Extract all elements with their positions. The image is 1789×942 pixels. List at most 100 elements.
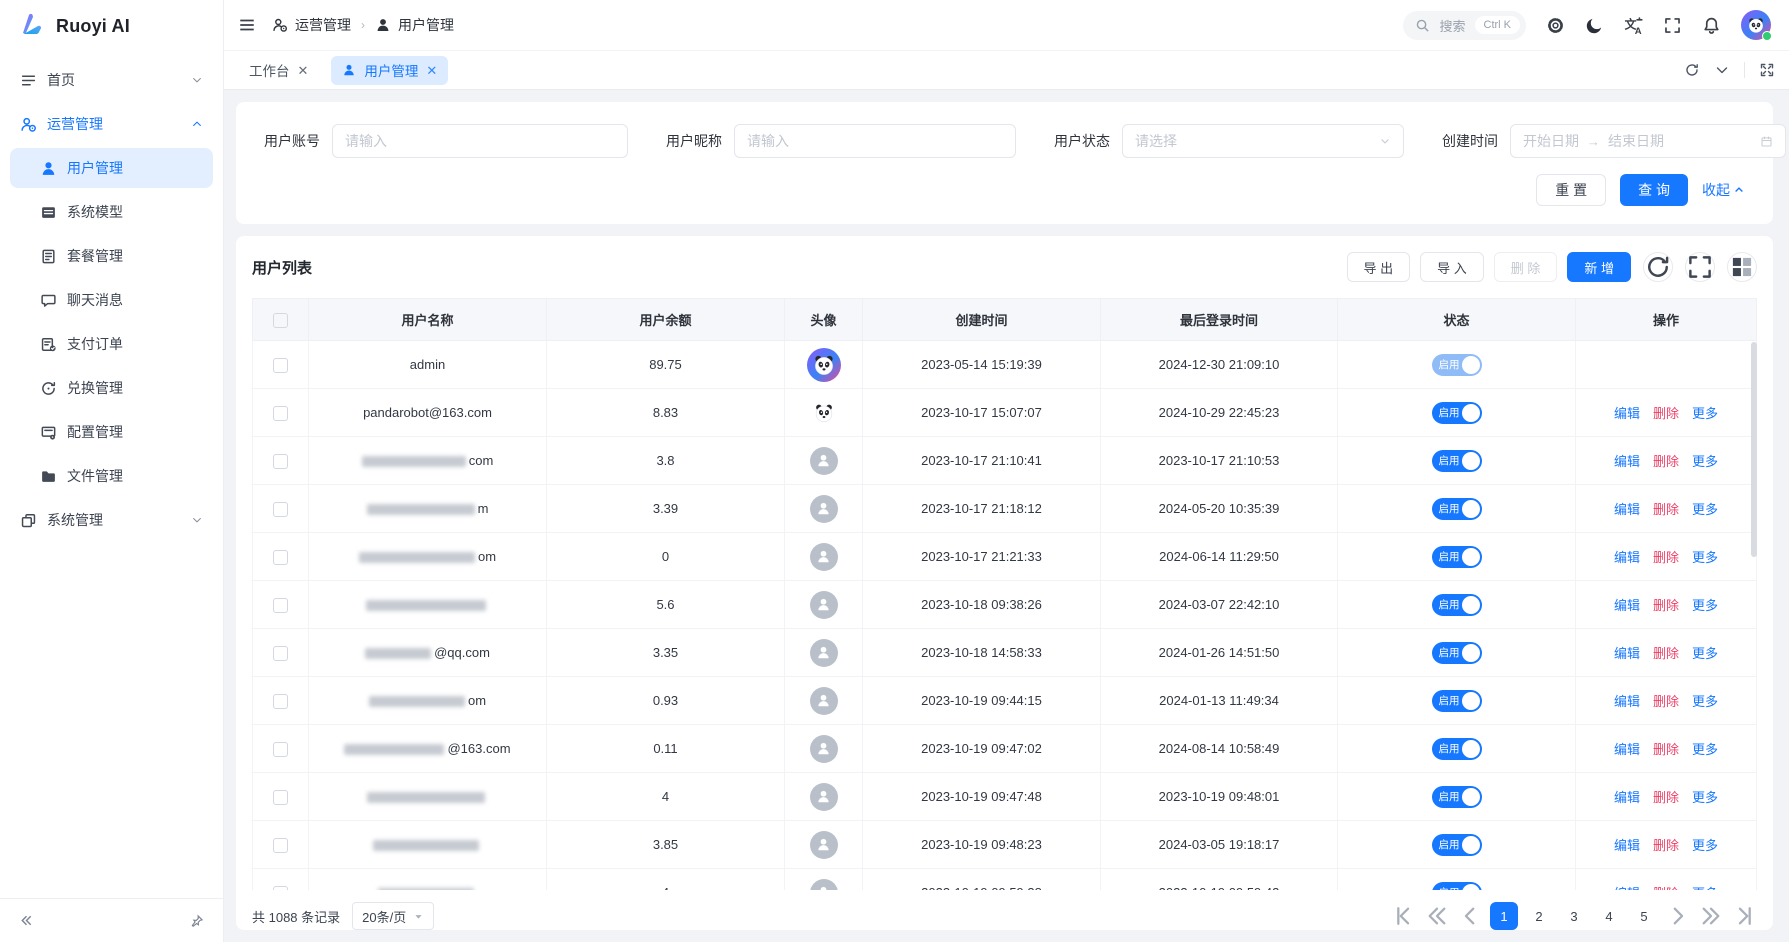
status-toggle[interactable]: 启用: [1432, 786, 1482, 808]
sidebar-item-系统管理[interactable]: 系统管理: [10, 500, 213, 540]
more-link[interactable]: 更多: [1692, 739, 1718, 758]
status-toggle[interactable]: 启用: [1432, 738, 1482, 760]
more-link[interactable]: 更多: [1692, 787, 1718, 806]
more-link[interactable]: 更多: [1692, 547, 1718, 566]
tab-用户管理[interactable]: 用户管理 ✕: [331, 56, 448, 85]
edit-link[interactable]: 编辑: [1614, 883, 1640, 890]
bell-icon[interactable]: [1702, 16, 1721, 35]
delete-link[interactable]: 删除: [1653, 595, 1679, 614]
refresh-icon[interactable]: [1643, 252, 1673, 282]
sidebar-item-首页[interactable]: 首页: [10, 60, 213, 100]
row-checkbox[interactable]: [273, 550, 288, 565]
account-input[interactable]: 请输入: [332, 124, 628, 158]
delete-link[interactable]: 删除: [1653, 787, 1679, 806]
delete-link[interactable]: 删除: [1653, 643, 1679, 662]
status-toggle[interactable]: 启用: [1432, 642, 1482, 664]
delete-link[interactable]: 删除: [1653, 691, 1679, 710]
last-page-icon[interactable]: [1731, 903, 1757, 929]
delete-link[interactable]: 删除: [1653, 451, 1679, 470]
delete-link[interactable]: 删除: [1653, 835, 1679, 854]
status-toggle[interactable]: 启用: [1432, 498, 1482, 520]
breadcrumb-item-用户管理[interactable]: 用户管理: [375, 15, 454, 35]
edit-link[interactable]: 编辑: [1614, 835, 1640, 854]
status-toggle[interactable]: 启用: [1432, 354, 1482, 376]
page-number-3[interactable]: 3: [1560, 902, 1588, 930]
search-input[interactable]: 搜索 Ctrl K: [1403, 11, 1526, 40]
add-button[interactable]: 新 增: [1567, 252, 1631, 282]
status-toggle[interactable]: 启用: [1432, 402, 1482, 424]
row-checkbox[interactable]: [273, 406, 288, 421]
nickname-input[interactable]: 请输入: [734, 124, 1016, 158]
delete-link[interactable]: 删除: [1653, 883, 1679, 890]
date-range-input[interactable]: 开始日期 → 结束日期: [1510, 124, 1786, 158]
jump-back-icon[interactable]: [1424, 903, 1450, 929]
delete-link[interactable]: 删除: [1653, 547, 1679, 566]
delete-link[interactable]: 删除: [1653, 403, 1679, 422]
row-checkbox[interactable]: [273, 886, 288, 890]
row-checkbox[interactable]: [273, 790, 288, 805]
status-toggle[interactable]: 启用: [1432, 594, 1482, 616]
more-link[interactable]: 更多: [1692, 451, 1718, 470]
row-checkbox[interactable]: [273, 598, 288, 613]
fullscreen-icon[interactable]: [1663, 16, 1682, 35]
settings-icon[interactable]: [1546, 16, 1565, 35]
row-checkbox[interactable]: [273, 502, 288, 517]
status-toggle[interactable]: 启用: [1432, 450, 1482, 472]
import-button[interactable]: 导 入: [1420, 252, 1484, 282]
pin-icon[interactable]: [183, 907, 211, 935]
page-number-4[interactable]: 4: [1595, 902, 1623, 930]
status-toggle[interactable]: 启用: [1432, 546, 1482, 568]
chevron-down-icon[interactable]: [1714, 62, 1730, 78]
collapse-filters-link[interactable]: 收起: [1702, 180, 1745, 200]
fullscreen-icon[interactable]: [1685, 252, 1715, 282]
edit-link[interactable]: 编辑: [1614, 691, 1640, 710]
reset-button[interactable]: 重 置: [1536, 174, 1606, 206]
page-number-1[interactable]: 1: [1490, 902, 1518, 930]
translate-icon[interactable]: 文A: [1624, 16, 1643, 35]
edit-link[interactable]: 编辑: [1614, 595, 1640, 614]
more-link[interactable]: 更多: [1692, 835, 1718, 854]
breadcrumb-item-运营管理[interactable]: 运营管理: [272, 15, 351, 35]
status-toggle[interactable]: 启用: [1432, 690, 1482, 712]
moon-icon[interactable]: [1585, 16, 1604, 35]
row-checkbox[interactable]: [273, 838, 288, 853]
page-number-2[interactable]: 2: [1525, 902, 1553, 930]
sidebar-item-文件管理[interactable]: 文件管理: [10, 456, 213, 496]
status-toggle[interactable]: 启用: [1432, 882, 1482, 891]
table-scrollbar[interactable]: [1751, 342, 1757, 557]
row-checkbox[interactable]: [273, 694, 288, 709]
delete-link[interactable]: 删除: [1653, 499, 1679, 518]
select-all-checkbox[interactable]: [273, 313, 288, 328]
edit-link[interactable]: 编辑: [1614, 739, 1640, 758]
prev-page-icon[interactable]: [1457, 903, 1483, 929]
more-link[interactable]: 更多: [1692, 595, 1718, 614]
jump-forward-icon[interactable]: [1698, 903, 1724, 929]
sidebar-item-兑换管理[interactable]: 兑换管理: [10, 368, 213, 408]
delete-link[interactable]: 删除: [1653, 739, 1679, 758]
columns-icon[interactable]: [1727, 252, 1757, 282]
edit-link[interactable]: 编辑: [1614, 787, 1640, 806]
sidebar-item-聊天消息[interactable]: 聊天消息: [10, 280, 213, 320]
edit-link[interactable]: 编辑: [1614, 643, 1640, 662]
more-link[interactable]: 更多: [1692, 403, 1718, 422]
edit-link[interactable]: 编辑: [1614, 547, 1640, 566]
sidebar-item-支付订单[interactable]: 支付订单: [10, 324, 213, 364]
refresh-icon[interactable]: [1684, 62, 1700, 78]
sidebar-item-系统模型[interactable]: 系统模型: [10, 192, 213, 232]
edit-link[interactable]: 编辑: [1614, 403, 1640, 422]
sidebar-item-配置管理[interactable]: 配置管理: [10, 412, 213, 452]
status-toggle[interactable]: 启用: [1432, 834, 1482, 856]
page-size-select[interactable]: 20条/页: [352, 902, 434, 930]
export-button[interactable]: 导 出: [1347, 252, 1411, 282]
next-page-icon[interactable]: [1665, 903, 1691, 929]
more-link[interactable]: 更多: [1692, 691, 1718, 710]
close-icon[interactable]: ✕: [426, 64, 437, 77]
tab-工作台[interactable]: 工作台 ✕: [238, 56, 319, 85]
more-link[interactable]: 更多: [1692, 499, 1718, 518]
first-page-icon[interactable]: [1391, 903, 1417, 929]
search-button[interactable]: 查 询: [1620, 174, 1688, 206]
more-link[interactable]: 更多: [1692, 883, 1718, 890]
page-number-5[interactable]: 5: [1630, 902, 1658, 930]
row-checkbox[interactable]: [273, 454, 288, 469]
edit-link[interactable]: 编辑: [1614, 499, 1640, 518]
